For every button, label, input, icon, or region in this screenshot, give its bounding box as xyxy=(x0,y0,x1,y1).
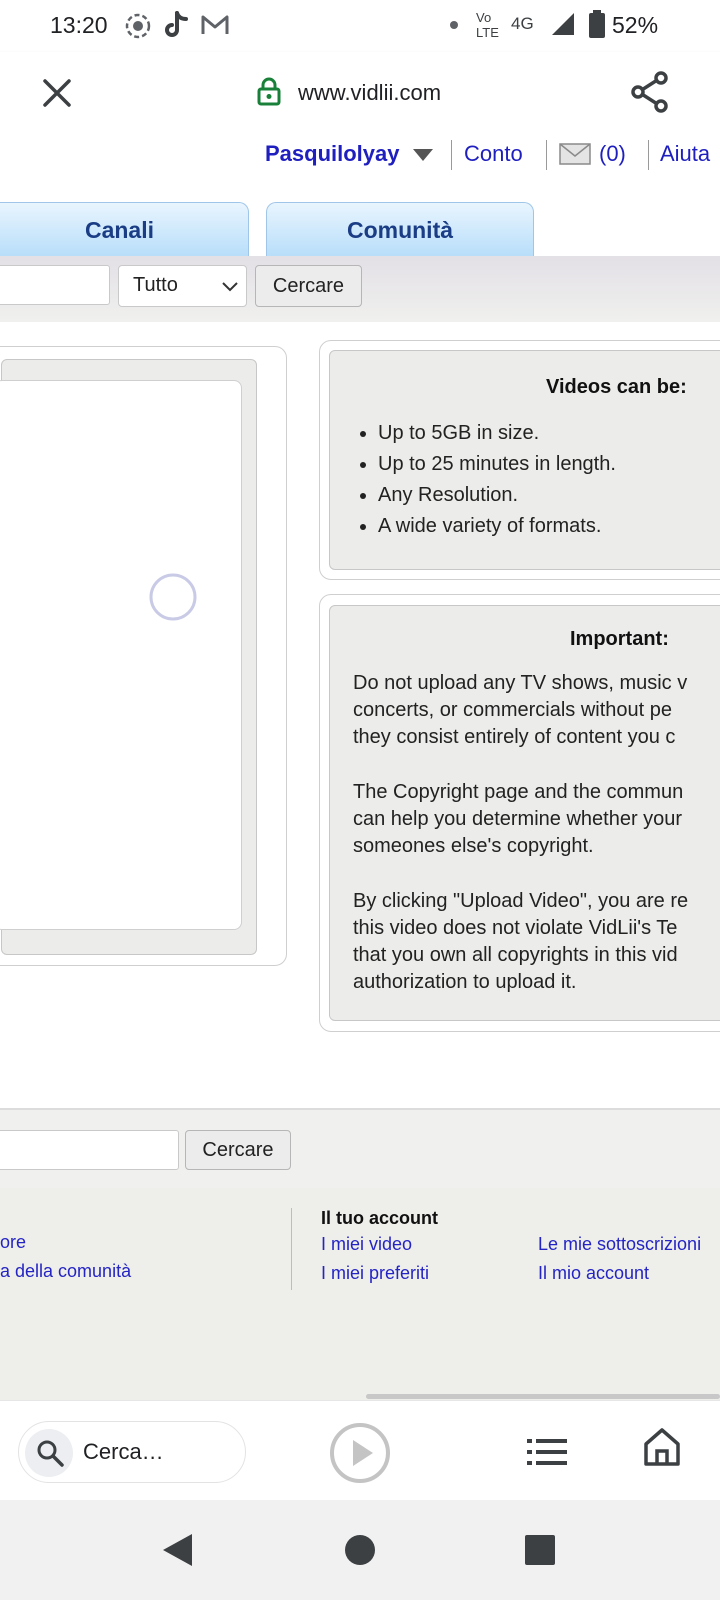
upload-area[interactable] xyxy=(0,380,242,930)
recents-icon[interactable] xyxy=(524,1534,556,1566)
important-title: Important: xyxy=(570,628,669,650)
web-page: Pasquilolyay Conto (0) Aiuta Canali Comu… xyxy=(0,134,720,1400)
list-item: Up to 25 minutes in length. xyxy=(378,449,616,480)
loading-spinner-icon xyxy=(149,573,197,621)
my-videos-link[interactable]: I miei video xyxy=(321,1234,412,1255)
header-divider xyxy=(546,140,547,170)
username-link[interactable]: Pasquilolyay xyxy=(265,141,400,167)
my-account-link[interactable]: Il mio account xyxy=(538,1263,649,1284)
tab-channels[interactable]: Canali xyxy=(0,202,249,256)
important-inner: Important: Do not upload any TV shows, m… xyxy=(329,605,720,1021)
footer-search-input[interactable] xyxy=(0,1130,179,1170)
horizontal-scrollbar[interactable] xyxy=(366,1394,720,1399)
share-icon[interactable] xyxy=(628,70,672,114)
search-bar: Tutto Cercare xyxy=(0,256,720,322)
tab-community[interactable]: Comunità xyxy=(266,202,534,256)
mail-icon[interactable] xyxy=(559,143,591,165)
important-panel: Important: Do not upload any TV shows, m… xyxy=(319,594,720,1032)
upload-panel xyxy=(0,346,287,966)
header-divider xyxy=(648,140,649,170)
search-input[interactable] xyxy=(0,265,110,305)
footer-link[interactable]: a della comunità xyxy=(0,1261,131,1282)
battery-level: 52% xyxy=(612,12,659,38)
chevron-down-icon xyxy=(222,282,238,292)
inbox-count[interactable]: (0) xyxy=(599,141,626,167)
play-icon[interactable] xyxy=(328,1421,392,1485)
lock-icon xyxy=(257,77,281,106)
my-favorites-link[interactable]: I miei preferiti xyxy=(321,1263,429,1284)
gmail-icon xyxy=(201,15,229,34)
account-heading: Il tuo account xyxy=(321,1208,438,1228)
list-icon[interactable] xyxy=(527,1435,567,1469)
video-limits-title: Videos can be: xyxy=(546,376,687,398)
category-select[interactable]: Tutto xyxy=(118,265,247,307)
network-type: 4G xyxy=(511,14,534,33)
volte-indicator: Vo LTE xyxy=(476,10,499,40)
status-time: 13:20 xyxy=(50,12,108,38)
home-icon[interactable] xyxy=(643,1427,681,1467)
video-limits-inner: Videos can be: Up to 5GB in size. Up to … xyxy=(329,350,720,570)
browser-search-box[interactable]: Cerca… xyxy=(18,1421,246,1483)
important-paragraph-1: Do not upload any TV shows, music v conc… xyxy=(353,672,688,748)
footer-divider xyxy=(291,1208,292,1290)
tiktok-icon xyxy=(165,11,188,37)
list-item: A wide variety of formats. xyxy=(378,511,616,542)
footer-search-bar: Cercare xyxy=(0,1108,720,1188)
system-nav-bar xyxy=(0,1500,720,1600)
browser-bottom-bar: Cerca… xyxy=(0,1400,720,1500)
dot-icon xyxy=(450,21,458,29)
chevron-down-icon[interactable] xyxy=(412,148,434,162)
footer-links: ore a della comunità Il tuo account I mi… xyxy=(0,1188,720,1400)
upload-panel-inner xyxy=(0,359,257,955)
list-item: Any Resolution. xyxy=(378,480,616,511)
footer-search-button[interactable]: Cercare xyxy=(185,1130,291,1170)
battery-icon xyxy=(589,10,605,38)
search-button[interactable]: Cercare xyxy=(255,265,362,307)
status-bar: 13:20 Vo LTE 4G 52% xyxy=(0,0,720,52)
account-link[interactable]: Conto xyxy=(464,141,523,167)
close-icon[interactable] xyxy=(40,76,74,110)
search-icon xyxy=(37,1440,64,1467)
header-divider xyxy=(451,140,452,170)
video-limits-list: Up to 5GB in size. Up to 25 minutes in l… xyxy=(354,418,616,542)
important-paragraph-2: The Copyright page and the commun can he… xyxy=(353,781,684,857)
my-subscriptions-link[interactable]: Le mie sottoscrizioni xyxy=(538,1234,701,1255)
browser-search-placeholder: Cerca… xyxy=(83,1439,164,1464)
url-bar[interactable]: www.vidlii.com xyxy=(298,80,441,106)
important-paragraph-3: By clicking "Upload Video", you are re t… xyxy=(353,890,689,993)
help-link[interactable]: Aiuta xyxy=(660,141,710,167)
signal-icon xyxy=(552,13,574,35)
list-item: Up to 5GB in size. xyxy=(378,418,616,449)
video-limits-panel: Videos can be: Up to 5GB in size. Up to … xyxy=(319,340,720,580)
browser-toolbar: www.vidlii.com xyxy=(0,52,720,134)
footer-link[interactable]: ore xyxy=(0,1232,26,1253)
home-nav-icon[interactable] xyxy=(344,1534,376,1566)
back-icon[interactable] xyxy=(160,1532,196,1568)
record-icon xyxy=(125,13,151,39)
category-selected: Tutto xyxy=(133,274,178,296)
